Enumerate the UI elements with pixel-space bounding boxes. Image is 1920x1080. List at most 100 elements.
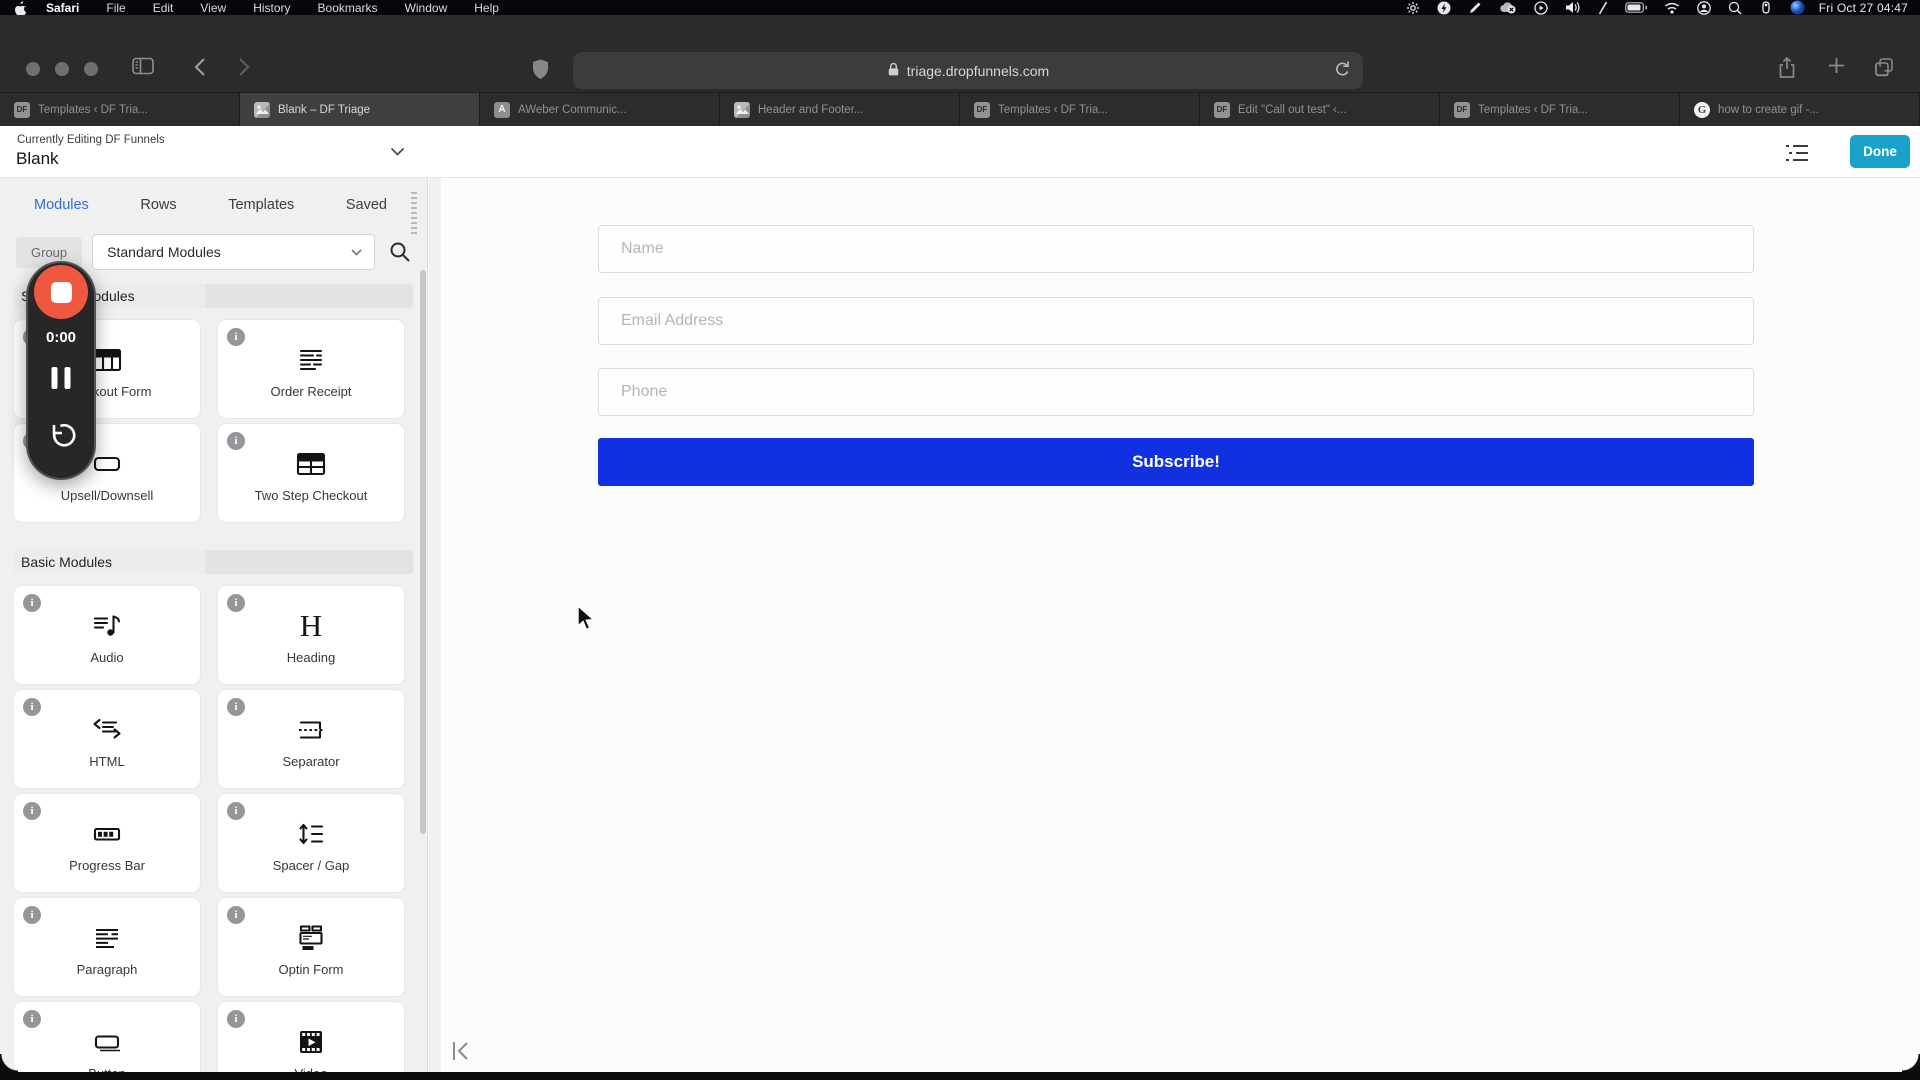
info-icon[interactable]: i bbox=[23, 594, 41, 612]
module-card-heading[interactable]: i H Heading bbox=[218, 586, 404, 684]
apple-menu-icon[interactable] bbox=[12, 0, 28, 15]
info-icon[interactable]: i bbox=[23, 1010, 41, 1028]
outline-view-icon[interactable] bbox=[1780, 142, 1814, 164]
restart-recording-button[interactable] bbox=[46, 421, 76, 456]
dropfunnels-favicon: DF bbox=[14, 101, 30, 118]
pause-recording-button[interactable] bbox=[51, 367, 71, 389]
macos-menu-bar: Safari File Edit View History Bookmarks Window… bbox=[0, 0, 1920, 15]
info-icon[interactable]: i bbox=[23, 906, 41, 924]
menu-safari[interactable]: Safari bbox=[46, 1, 79, 15]
cloud-error-icon[interactable] bbox=[1499, 1, 1517, 14]
module-card-button[interactable]: iButton bbox=[14, 1002, 200, 1080]
aweber-favicon: A bbox=[494, 101, 510, 118]
settings-icon[interactable] bbox=[1406, 1, 1420, 15]
close-window-button[interactable] bbox=[26, 62, 40, 76]
browser-tab-4[interactable]: Header and Footer... bbox=[720, 93, 960, 126]
sidebar-tab-saved[interactable]: Saved bbox=[346, 197, 387, 213]
menu-edit[interactable]: Edit bbox=[153, 1, 174, 15]
stylus-icon[interactable] bbox=[1598, 1, 1608, 15]
collapse-sidebar-icon[interactable] bbox=[447, 1038, 473, 1064]
menu-window[interactable]: Window bbox=[405, 1, 448, 15]
menu-help[interactable]: Help bbox=[474, 1, 499, 15]
info-icon[interactable]: i bbox=[227, 594, 245, 612]
info-icon[interactable]: i bbox=[227, 906, 245, 924]
module-card-paragraph[interactable]: i Paragraph bbox=[14, 898, 200, 996]
privacy-shield-icon[interactable] bbox=[532, 59, 549, 80]
sidebar-tab-modules[interactable]: Modules bbox=[34, 197, 89, 213]
module-card-video[interactable]: iVideo bbox=[218, 1002, 404, 1080]
browser-tab-strip: DF Templates ‹ DF Tria... Blank – DF Triag… bbox=[0, 93, 1920, 126]
module-label: Upsell/Downsell bbox=[60, 488, 154, 503]
module-label: Order Receipt bbox=[270, 384, 352, 399]
minimize-window-button[interactable] bbox=[55, 62, 69, 76]
back-icon[interactable] bbox=[193, 57, 206, 77]
name-input[interactable] bbox=[598, 225, 1754, 273]
recording-timer: 0:00 bbox=[45, 329, 77, 346]
audio-icon bbox=[90, 605, 124, 643]
phone-input[interactable] bbox=[598, 368, 1754, 416]
menu-bookmarks[interactable]: Bookmarks bbox=[318, 1, 378, 15]
module-card-separator[interactable]: i Separator bbox=[218, 690, 404, 788]
subscribe-button[interactable]: Subscribe! bbox=[598, 438, 1754, 486]
drag-grip-icon[interactable] bbox=[411, 192, 417, 236]
info-icon[interactable]: i bbox=[23, 802, 41, 820]
info-icon[interactable]: i bbox=[227, 698, 245, 716]
menu-view[interactable]: View bbox=[200, 1, 226, 15]
info-icon[interactable]: i bbox=[227, 432, 245, 450]
info-icon[interactable]: i bbox=[23, 698, 41, 716]
select-chevron-icon bbox=[351, 248, 362, 256]
module-card-two-step[interactable]: i Two Step Checkout bbox=[218, 424, 404, 522]
done-button[interactable]: Done bbox=[1850, 135, 1910, 168]
sidebar-tab-rows[interactable]: Rows bbox=[140, 197, 176, 213]
address-bar[interactable]: triage.dropfunnels.com bbox=[573, 52, 1363, 89]
module-group-select[interactable]: Standard Modules bbox=[92, 234, 375, 270]
pen-icon[interactable] bbox=[1468, 1, 1482, 15]
tab-title: Templates ‹ DF Tria... bbox=[1478, 103, 1588, 116]
tab-overview-icon[interactable] bbox=[1874, 57, 1894, 77]
browser-tab-3[interactable]: A AWeber Communic... bbox=[480, 93, 720, 126]
play-circle-icon[interactable] bbox=[1534, 0, 1548, 15]
screen: Safari File Edit View History Bookmarks Window… bbox=[0, 0, 1920, 1080]
new-tab-icon[interactable] bbox=[1828, 57, 1845, 74]
zoom-window-button[interactable] bbox=[84, 62, 98, 76]
wifi-icon[interactable] bbox=[1664, 2, 1680, 14]
display-icon[interactable] bbox=[1759, 1, 1773, 14]
browser-tab-1[interactable]: DF Templates ‹ DF Tria... bbox=[0, 93, 240, 126]
module-card-order-receipt[interactable]: i Order Receipt bbox=[218, 320, 404, 418]
module-label: Two Step Checkout bbox=[254, 488, 368, 503]
module-card-optin[interactable]: i Optin Form bbox=[218, 898, 404, 996]
stop-recording-button[interactable] bbox=[34, 265, 88, 319]
menu-clock[interactable]: Fri Oct 27 04:47 bbox=[1819, 1, 1908, 15]
browser-tab-5[interactable]: DF Templates ‹ DF Tria... bbox=[960, 93, 1200, 126]
info-icon[interactable]: i bbox=[227, 328, 245, 346]
reload-icon[interactable] bbox=[1334, 60, 1351, 82]
browser-tab-6[interactable]: DF Edit "Call out test" ‹... bbox=[1200, 93, 1440, 126]
volume-icon[interactable] bbox=[1565, 1, 1581, 14]
sidebar-toggle-icon[interactable] bbox=[132, 57, 154, 75]
battery-icon[interactable] bbox=[1624, 2, 1647, 13]
search-modules-icon[interactable] bbox=[389, 241, 411, 263]
module-card-html[interactable]: i HTML bbox=[14, 690, 200, 788]
share-icon[interactable] bbox=[1778, 57, 1796, 79]
sidebar-tab-templates[interactable]: Templates bbox=[228, 197, 294, 213]
browser-tab-8[interactable]: Ghow to create gif -... bbox=[1680, 93, 1920, 126]
browser-tab-7[interactable]: DF Templates ‹ DF Tria... bbox=[1440, 93, 1680, 126]
info-icon[interactable]: i bbox=[227, 802, 245, 820]
search-icon[interactable] bbox=[1728, 1, 1742, 15]
email-address-input[interactable] bbox=[598, 297, 1754, 345]
forward-icon[interactable] bbox=[238, 57, 251, 77]
module-card-progress[interactable]: i Progress Bar bbox=[14, 794, 200, 892]
chevron-down-icon[interactable] bbox=[390, 144, 405, 162]
module-label: Optin Form bbox=[278, 962, 344, 977]
module-label: Progress Bar bbox=[69, 858, 145, 873]
menu-history[interactable]: History bbox=[253, 1, 290, 15]
menu-file[interactable]: File bbox=[106, 1, 125, 15]
info-icon[interactable]: i bbox=[227, 1010, 245, 1028]
module-card-spacer[interactable]: i Spacer / Gap bbox=[218, 794, 404, 892]
sidebar-scrollbar[interactable] bbox=[420, 270, 426, 834]
module-card-audio[interactable]: i Audio bbox=[14, 586, 200, 684]
siri-icon[interactable] bbox=[1790, 0, 1805, 15]
user-icon[interactable] bbox=[1696, 0, 1711, 15]
flash-icon[interactable] bbox=[1437, 1, 1451, 15]
browser-tab-2[interactable]: Blank – DF Triage bbox=[240, 93, 480, 126]
